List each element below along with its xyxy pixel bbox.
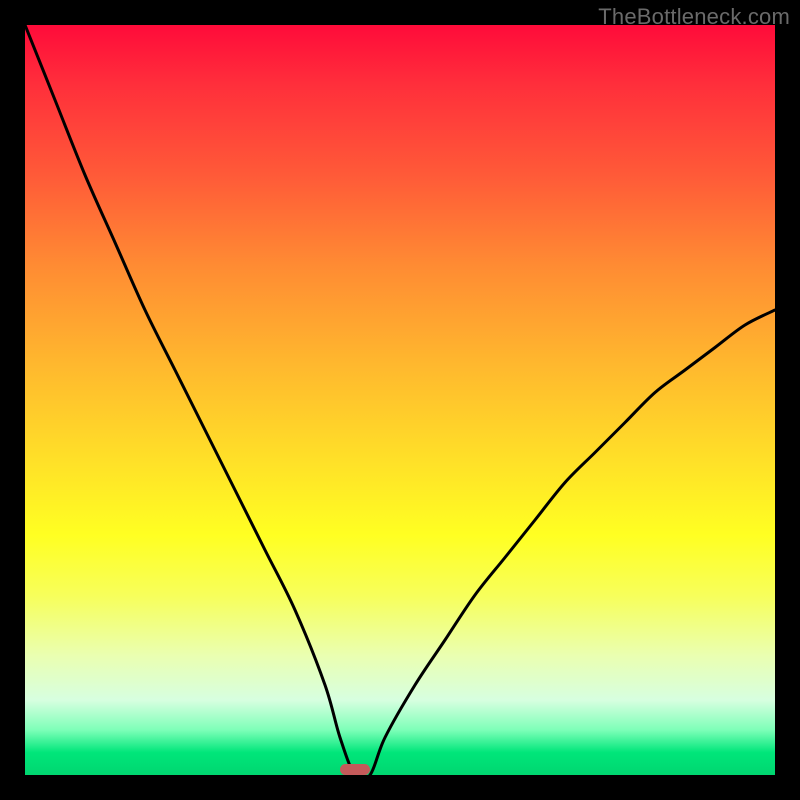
watermark-text: TheBottleneck.com xyxy=(598,4,790,30)
plot-area xyxy=(25,25,775,775)
bottleneck-curve xyxy=(25,25,775,775)
chart-frame: TheBottleneck.com xyxy=(0,0,800,800)
minimum-marker xyxy=(340,764,370,775)
